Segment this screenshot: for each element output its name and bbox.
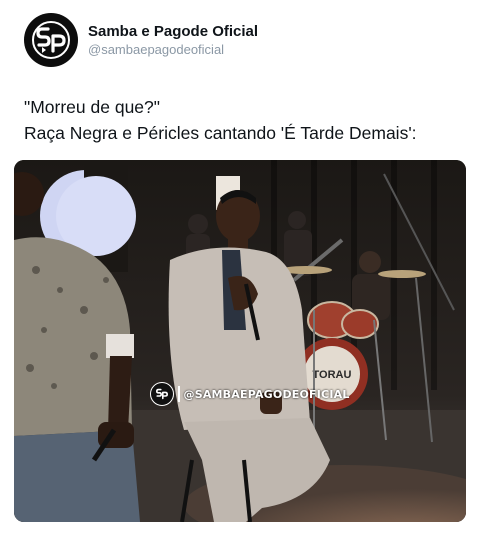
sp-logo-icon (32, 21, 70, 59)
avatar[interactable] (24, 13, 78, 67)
video-watermark: @SAMBAEPAGODEOFICIAL (150, 382, 350, 406)
tweet-text: "Morreu de que?" Raça Negra e Péricles c… (24, 94, 464, 146)
tweet-text-line-2: Raça Negra e Péricles cantando 'É Tarde … (24, 123, 417, 143)
watermark-text: @SAMBAEPAGODEOFICIAL (183, 387, 350, 401)
watermark-divider (178, 386, 180, 402)
tweet-text-line-1: "Morreu de que?" (24, 97, 160, 117)
tweet-header: Samba e Pagode Oficial @sambaepagodeofic… (24, 12, 258, 68)
video-frame: TORAU (14, 160, 466, 522)
sp-watermark-icon (150, 382, 174, 406)
author-display-name[interactable]: Samba e Pagode Oficial (88, 22, 258, 41)
bass-drum-logo: TORAU (313, 369, 352, 381)
author-handle[interactable]: @sambaepagodeoficial (88, 41, 258, 58)
tweet-video[interactable]: TORAU @SAMBAEPAGODEOFICIAL (14, 160, 466, 522)
